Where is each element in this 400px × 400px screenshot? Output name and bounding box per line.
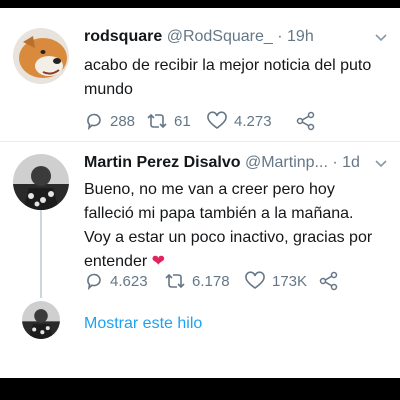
retweet-icon xyxy=(165,273,185,289)
heart-outline-icon xyxy=(245,271,265,289)
display-name[interactable]: Martin Perez Disalvo xyxy=(84,154,241,171)
reply-count: 4.623 xyxy=(110,272,148,290)
timestamp[interactable]: · 1d xyxy=(332,154,360,171)
share-button[interactable] xyxy=(319,271,339,291)
avatar-martin-small[interactable] xyxy=(22,301,60,339)
timeline: rodsquare @RodSquare_ · 19h acabo de rec… xyxy=(0,8,400,378)
tweet-header: rodsquare @RodSquare_ · 19h xyxy=(84,28,386,46)
red-heart-emoji-icon: ❤ xyxy=(151,253,166,270)
share-button[interactable] xyxy=(296,111,316,131)
show-thread-row[interactable]: Mostrar este hilo xyxy=(0,299,400,349)
tweet-text-line: Voy a estar un poco inactivo, gracias po… xyxy=(84,229,373,246)
like-button[interactable]: 4.273 xyxy=(206,111,296,131)
tweet-text-line: mundo xyxy=(84,81,133,98)
like-button[interactable]: 173K xyxy=(244,271,319,291)
tweet-text-line: Bueno, no me van a creer pero hoy xyxy=(84,181,335,198)
retweet-button[interactable]: 6.178 xyxy=(164,271,244,291)
display-name[interactable]: rodsquare xyxy=(84,28,162,45)
chevron-down-icon[interactable] xyxy=(374,30,388,44)
timestamp[interactable]: · 19h xyxy=(277,28,313,45)
tweet-actions: 288 61 4.273 xyxy=(84,110,386,132)
like-count: 4.273 xyxy=(234,112,272,130)
retweet-button[interactable]: 61 xyxy=(146,111,206,131)
share-icon xyxy=(319,271,338,291)
retweet-icon xyxy=(147,113,167,129)
tweet-actions: 4.623 6.178 173K xyxy=(84,270,386,292)
handle[interactable]: @RodSquare_ xyxy=(167,28,273,45)
thread-connector-line xyxy=(40,210,42,298)
retweet-count: 6.178 xyxy=(192,272,230,290)
handle[interactable]: @Martinp... xyxy=(245,154,328,171)
reply-button[interactable]: 4.623 xyxy=(84,271,164,291)
tweet-text-line: acabo de recibir la mejor noticia del pu… xyxy=(84,57,372,74)
avatar-dog[interactable] xyxy=(13,28,69,84)
tweet-martin[interactable]: Martin Perez Disalvo @Martinp... · 1d Bu… xyxy=(0,142,400,307)
share-icon xyxy=(296,111,315,131)
show-thread-link[interactable]: Mostrar este hilo xyxy=(84,315,202,333)
retweet-count: 61 xyxy=(174,112,191,130)
reply-icon xyxy=(87,113,101,131)
tweet-text: Bueno, no me van a creer pero hoy fallec… xyxy=(84,178,386,274)
tweet-text: acabo de recibir la mejor noticia del pu… xyxy=(84,54,386,102)
reply-count: 288 xyxy=(110,112,136,130)
like-count: 173K xyxy=(272,272,308,290)
heart-outline-icon xyxy=(207,111,227,129)
tweet-text-line: entender xyxy=(84,253,148,270)
tweet-header: Martin Perez Disalvo @Martinp... · 1d xyxy=(84,154,386,172)
tweet-rodsquare[interactable]: rodsquare @RodSquare_ · 19h acabo de rec… xyxy=(0,18,400,142)
reply-button[interactable]: 288 xyxy=(84,111,146,131)
chevron-down-icon[interactable] xyxy=(374,156,388,170)
reply-icon xyxy=(87,273,101,291)
avatar-martin[interactable] xyxy=(13,154,69,210)
tweet-text-line: falleció mi papa también a la mañana. xyxy=(84,205,354,222)
